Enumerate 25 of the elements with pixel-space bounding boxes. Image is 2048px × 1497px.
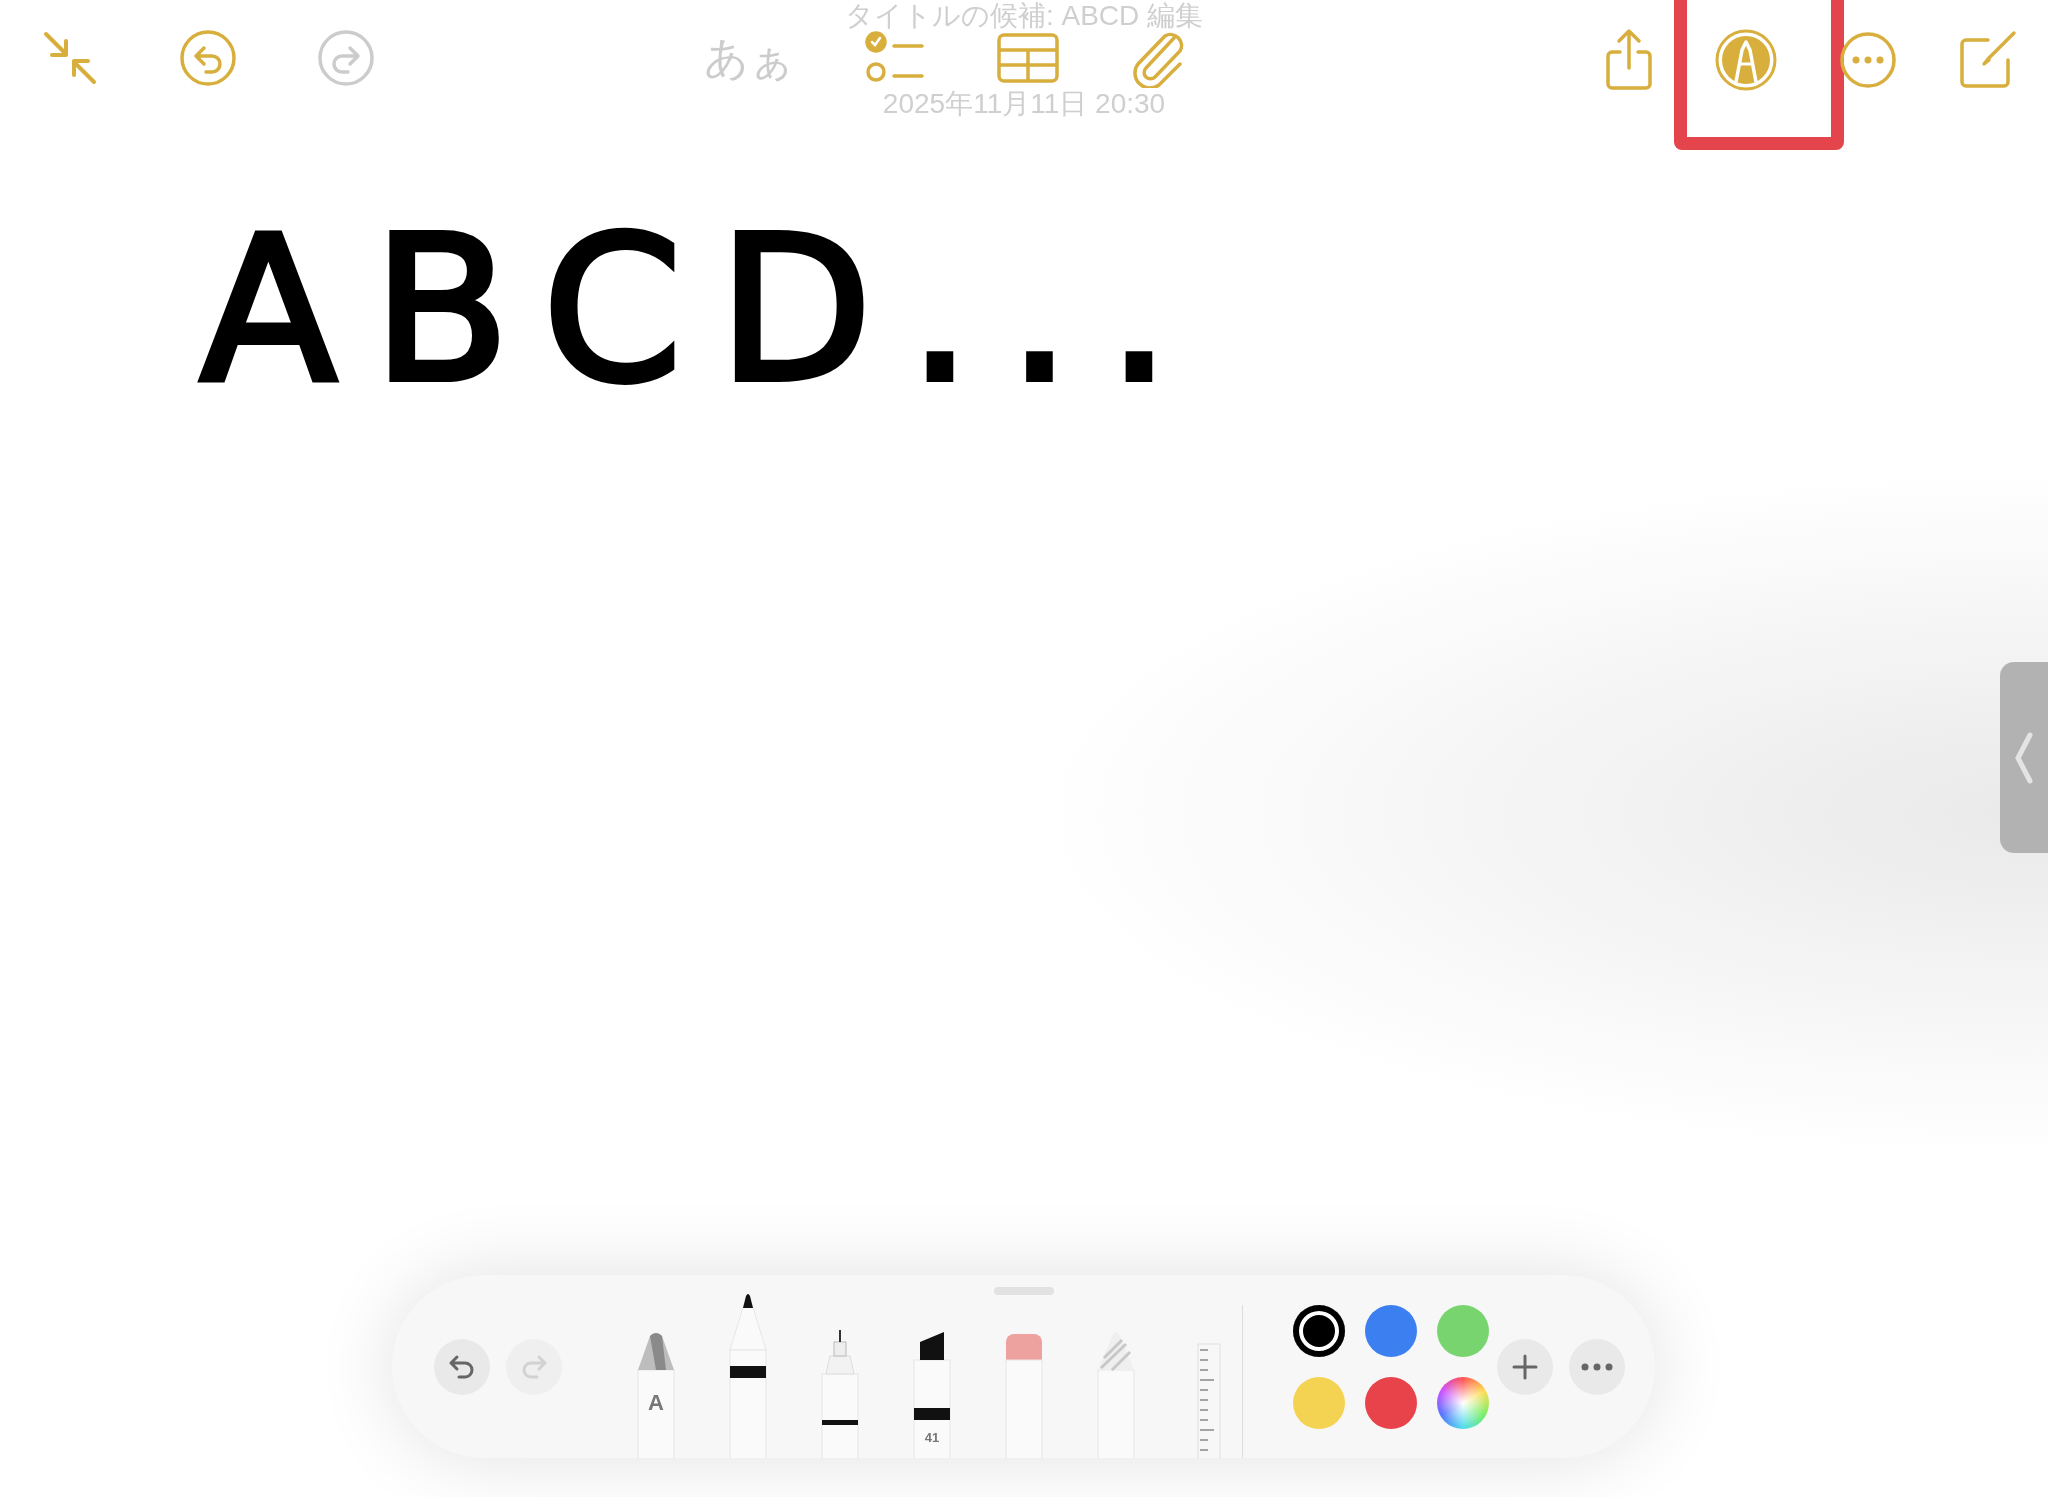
side-panel-tab[interactable] bbox=[2000, 662, 2048, 853]
more-button[interactable] bbox=[1838, 30, 1898, 90]
table-button[interactable] bbox=[996, 32, 1060, 84]
share-button[interactable] bbox=[1604, 28, 1654, 92]
marker-tool[interactable]: 41 bbox=[908, 1330, 956, 1458]
color-swatch[interactable] bbox=[1293, 1304, 1345, 1357]
table-icon bbox=[996, 32, 1060, 84]
color-wheel[interactable] bbox=[1437, 1376, 1489, 1429]
more-icon bbox=[1581, 1362, 1613, 1371]
redo-icon bbox=[316, 28, 376, 88]
share-icon bbox=[1604, 28, 1654, 92]
more-icon bbox=[1838, 30, 1898, 90]
monoline-tool[interactable]: A bbox=[632, 1330, 680, 1458]
color-swatch[interactable] bbox=[1437, 1304, 1489, 1357]
color-swatch[interactable] bbox=[1365, 1304, 1417, 1357]
color-swatch[interactable] bbox=[1293, 1376, 1345, 1429]
pen-tip-circle-icon bbox=[1714, 28, 1778, 92]
handwriting: ABCD... bbox=[200, 210, 1207, 410]
color-swatch[interactable] bbox=[1365, 1376, 1417, 1429]
plus-icon bbox=[1512, 1353, 1538, 1380]
markup-button[interactable] bbox=[1714, 28, 1778, 92]
chevron-icon bbox=[2015, 730, 2033, 785]
compose-icon bbox=[1958, 30, 2018, 90]
undo-icon bbox=[178, 28, 238, 88]
compose-button[interactable] bbox=[1958, 30, 2018, 90]
